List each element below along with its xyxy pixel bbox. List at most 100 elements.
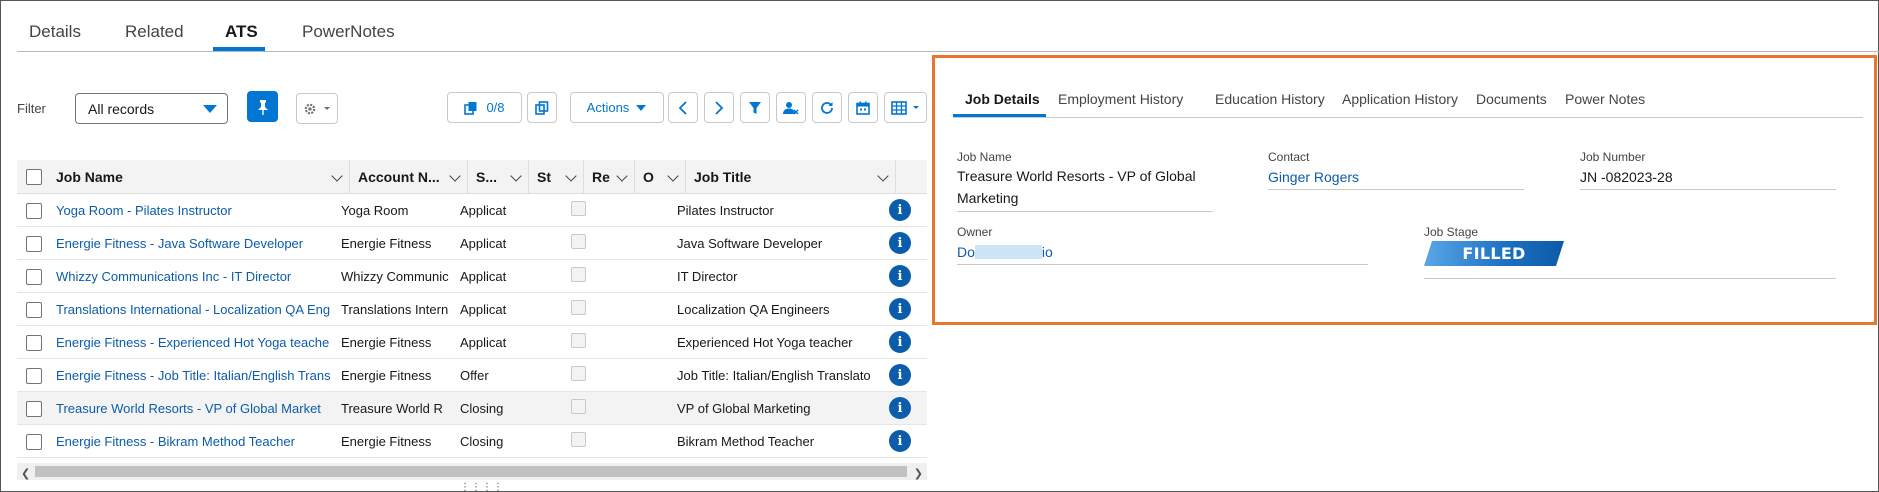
row-checkbox[interactable]: [26, 401, 42, 417]
stage-cell: Applicat: [460, 236, 507, 251]
contact-label: Contact: [1268, 150, 1310, 164]
info-icon[interactable]: i: [889, 397, 911, 419]
job-number-label: Job Number: [1580, 150, 1646, 164]
filter-select[interactable]: All records: [75, 93, 228, 124]
refresh-button[interactable]: [812, 92, 842, 123]
info-icon[interactable]: i: [889, 265, 911, 287]
column-header-job-title[interactable]: Job Title: [686, 160, 896, 194]
selected-records-button[interactable]: 0/8: [447, 92, 522, 123]
job-title-cell: Pilates Instructor: [677, 203, 774, 218]
table-row[interactable]: Translations International - Localizatio…: [17, 293, 927, 326]
resize-handle-icon[interactable]: ⋮⋮⋮⋮: [460, 482, 504, 492]
row-flag-checkbox: [571, 399, 586, 414]
scroll-right-icon[interactable]: ❯: [914, 467, 923, 480]
table-row-selected[interactable]: Treasure World Resorts - VP of Global Ma…: [17, 392, 927, 425]
stage-cell: Offer: [460, 368, 489, 383]
tab-application-history[interactable]: Application History: [1342, 91, 1458, 107]
job-name-link[interactable]: Translations International - Localizatio…: [56, 302, 343, 317]
tab-employment-history[interactable]: Employment History: [1058, 91, 1183, 107]
actions-button[interactable]: Actions: [570, 92, 664, 123]
column-header-o[interactable]: O: [635, 160, 686, 194]
account-name-cell: Energie Fitness: [341, 368, 432, 383]
column-header-account-name[interactable]: Account N...: [350, 160, 468, 194]
tab-job-details[interactable]: Job Details: [965, 91, 1040, 107]
job-name-link[interactable]: Energie Fitness - Experienced Hot Yoga t…: [56, 335, 343, 350]
job-number-value: JN -082023-28: [1580, 169, 1673, 185]
account-name-cell: Energie Fitness: [341, 236, 432, 251]
row-checkbox[interactable]: [26, 236, 42, 252]
caret-down-icon: [323, 106, 330, 110]
job-name-link[interactable]: Energie Fitness - Bikram Method Teacher: [56, 434, 343, 449]
job-title-cell: VP of Global Marketing: [677, 401, 811, 416]
select-all-checkbox[interactable]: [26, 169, 42, 185]
job-title-cell: Bikram Method Teacher: [677, 434, 815, 449]
table-layout-button[interactable]: [884, 92, 927, 123]
column-header-re[interactable]: Re: [584, 160, 635, 194]
tab-powernotes[interactable]: PowerNotes: [302, 22, 395, 42]
account-name-cell: Yoga Room: [341, 203, 409, 218]
tab-documents[interactable]: Documents: [1476, 91, 1547, 107]
row-checkbox[interactable]: [26, 335, 42, 351]
horizontal-scrollbar[interactable]: ❮ ❯: [17, 463, 927, 480]
tab-related[interactable]: Related: [125, 22, 184, 42]
info-icon[interactable]: i: [889, 199, 911, 221]
scroll-left-icon[interactable]: ❮: [21, 467, 30, 480]
column-header-stage[interactable]: S...: [468, 160, 529, 194]
table-row[interactable]: Energie Fitness - Experienced Hot Yoga t…: [17, 326, 927, 359]
info-icon[interactable]: i: [889, 331, 911, 353]
row-checkbox[interactable]: [26, 203, 42, 219]
job-name-link[interactable]: Yoga Room - Pilates Instructor: [56, 203, 343, 218]
account-name-cell: Energie Fitness: [341, 335, 432, 350]
tab-power-notes[interactable]: Power Notes: [1565, 91, 1645, 107]
table-row[interactable]: Yoga Room - Pilates Instructor Yoga Room…: [17, 194, 927, 227]
next-button[interactable]: [704, 92, 734, 123]
pin-button[interactable]: [247, 91, 278, 122]
tab-details[interactable]: Details: [29, 22, 81, 42]
chevron-down-icon: [667, 170, 679, 182]
info-icon[interactable]: i: [889, 430, 911, 452]
contact-link[interactable]: Ginger Rogers: [1268, 167, 1359, 188]
job-name-value-line1: Treasure World Resorts - VP of Global: [957, 168, 1196, 184]
row-checkbox[interactable]: [26, 269, 42, 285]
record-tabs: Details Related ATS PowerNotes: [17, 0, 1879, 52]
table-row[interactable]: Energie Fitness - Java Software Develope…: [17, 227, 927, 260]
column-header-job-name[interactable]: Job Name: [48, 160, 350, 194]
job-name-link[interactable]: Energie Fitness - Job Title: Italian/Eng…: [56, 368, 343, 383]
job-name-link[interactable]: Treasure World Resorts - VP of Global Ma…: [56, 401, 343, 416]
row-flag-checkbox: [571, 267, 586, 282]
filter-button[interactable]: [740, 92, 770, 123]
table-row[interactable]: Whizzy Communications Inc - IT Director …: [17, 260, 927, 293]
row-checkbox[interactable]: [26, 302, 42, 318]
table-row[interactable]: Energie Fitness - Bikram Method Teacher …: [17, 425, 927, 458]
copy-button[interactable]: [527, 92, 557, 123]
chevron-down-icon: [510, 170, 522, 182]
row-checkbox[interactable]: [26, 368, 42, 384]
divider: [1580, 189, 1836, 190]
refresh-icon: [821, 101, 833, 114]
tab-ats[interactable]: ATS: [225, 22, 258, 42]
info-icon[interactable]: i: [889, 232, 911, 254]
row-checkbox[interactable]: [26, 434, 42, 450]
stage-cell: Applicat: [460, 203, 507, 218]
chevron-right-icon: [715, 100, 724, 115]
owner-label: Owner: [957, 225, 993, 239]
scrollbar-thumb[interactable]: [35, 466, 907, 477]
job-name-link[interactable]: Whizzy Communications Inc - IT Director: [56, 269, 343, 284]
divider: [957, 264, 1368, 265]
job-name-link[interactable]: Energie Fitness - Java Software Develope…: [56, 236, 343, 251]
row-flag-checkbox: [571, 201, 586, 216]
account-name-cell: Energie Fitness: [341, 434, 432, 449]
table-row[interactable]: Energie Fitness - Job Title: Italian/Eng…: [17, 359, 927, 392]
calendar-button[interactable]: [848, 92, 878, 123]
chevron-left-icon: [678, 100, 687, 115]
remove-user-button[interactable]: [776, 92, 806, 123]
tab-education-history[interactable]: Education History: [1215, 91, 1325, 107]
owner-link[interactable]: Do io: [957, 242, 1053, 263]
info-icon[interactable]: i: [889, 364, 911, 386]
settings-menu-button[interactable]: [296, 93, 338, 124]
previous-button[interactable]: [668, 92, 698, 123]
column-header-status[interactable]: St: [529, 160, 584, 194]
pin-icon: [257, 99, 268, 115]
chevron-down-icon: [331, 170, 343, 182]
info-icon[interactable]: i: [889, 298, 911, 320]
